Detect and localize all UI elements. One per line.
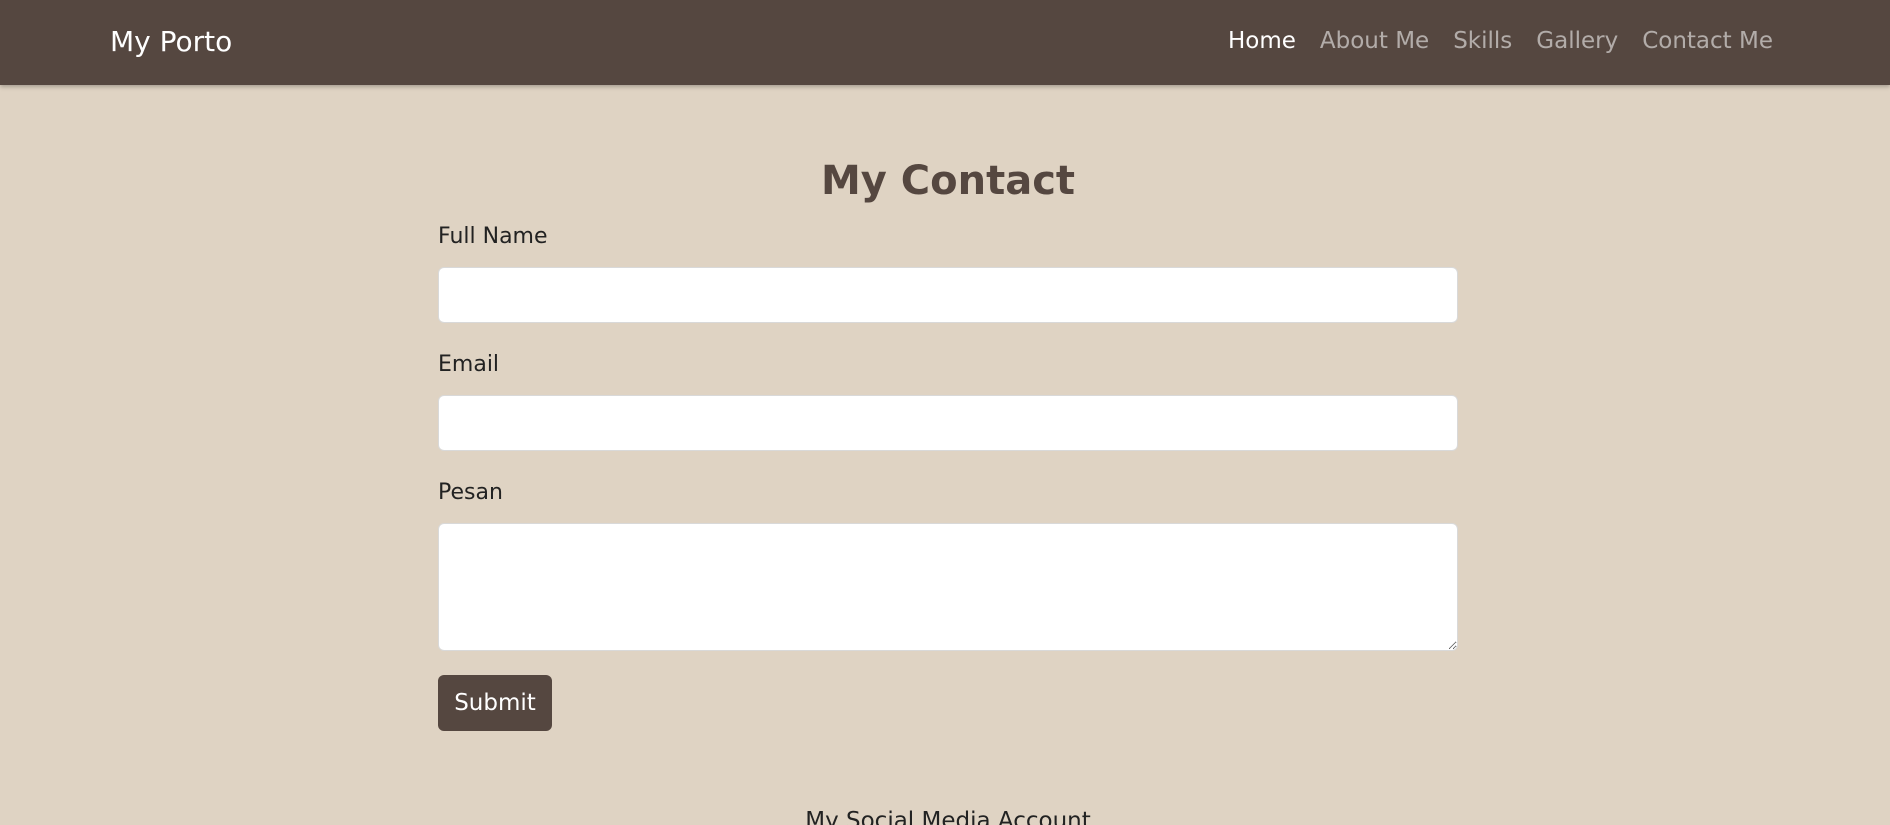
submit-button[interactable]: Submit [438,675,552,731]
full-name-input[interactable] [438,267,1458,323]
full-name-label: Full Name [438,224,548,249]
email-label: Email [438,352,500,377]
brand-link[interactable]: My Porto [110,25,232,58]
message-label: Pesan [438,480,503,505]
message-textarea[interactable] [438,523,1458,651]
nav-link-about-me[interactable]: About Me [1320,28,1429,54]
nav-link-skills[interactable]: Skills [1453,28,1512,54]
nav-link-contact-me[interactable]: Contact Me [1642,28,1773,54]
nav-link-gallery[interactable]: Gallery [1536,28,1618,54]
page-title: My Contact [820,158,1076,204]
nav-link-home[interactable]: Home [1228,28,1296,54]
email-input[interactable] [438,395,1458,451]
navbar: My Porto Home About Me Skills Gallery Co… [0,0,1890,85]
nav-links: Home About Me Skills Gallery Contact Me [1228,28,1773,54]
social-media-heading: My Social Media Account [805,808,1091,825]
